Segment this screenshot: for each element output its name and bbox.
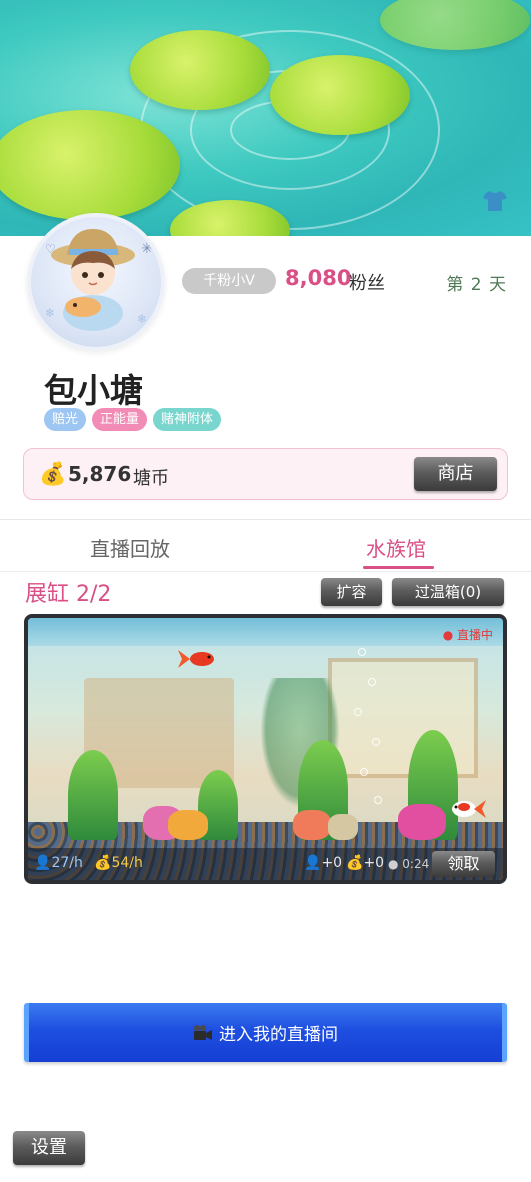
money-bag-icon: 💰 <box>39 462 67 487</box>
pending-fans: 👤+0 <box>304 855 343 871</box>
bubble <box>372 738 380 746</box>
divider <box>0 571 531 572</box>
coral <box>293 810 331 840</box>
claim-button[interactable]: 领取 <box>432 851 495 877</box>
fans-rate-value: 27/h <box>51 855 83 871</box>
enter-live-room-label: 进入我的直播间 <box>219 1025 338 1045</box>
pending-coins: 💰+0 <box>346 855 385 871</box>
timer-value: 0:24 <box>402 857 430 871</box>
incubator-button[interactable]: 过温箱(0) <box>392 578 504 606</box>
profile-tags: 赔光 正能量 赌神附体 <box>44 408 222 431</box>
timer: ● 0:24 <box>388 857 430 871</box>
tag: 赌神附体 <box>153 408 222 431</box>
svg-text:✳: ✳ <box>141 241 153 257</box>
coin-rate: 💰54/h <box>94 855 143 871</box>
pending-fans-value: +0 <box>321 855 343 871</box>
coral <box>168 810 208 840</box>
fan-level-badge: 千粉小V <box>182 268 276 294</box>
day-counter: 第 2 天 <box>446 275 507 295</box>
username: 包小塘 <box>44 371 143 410</box>
svg-text:♡: ♡ <box>45 242 56 256</box>
active-tab-indicator <box>363 566 434 569</box>
fans-rate: 👤27/h <box>34 855 83 871</box>
background-window <box>328 658 478 778</box>
settings-button[interactable]: 设置 <box>13 1131 85 1165</box>
lily-pad <box>130 30 270 110</box>
lily-pad <box>270 55 410 135</box>
shirt-icon[interactable] <box>483 190 507 212</box>
lily-pad <box>380 0 530 50</box>
coral <box>398 804 446 840</box>
fans-count: 8,080 <box>285 266 352 290</box>
coin-rate-value: 54/h <box>111 855 143 871</box>
tag: 正能量 <box>92 408 148 431</box>
pending-coins-value: +0 <box>363 855 385 871</box>
goldfish[interactable] <box>178 648 218 670</box>
fans-label: 粉丝 <box>349 273 385 294</box>
live-indicator: ● 直播中 <box>442 628 493 642</box>
svg-text:❄: ❄ <box>45 306 55 320</box>
avatar-illustration: ✳ ♡ ❄ ❄ <box>45 229 153 331</box>
bubble <box>374 796 382 804</box>
bubble <box>368 678 376 686</box>
avatar[interactable]: ✳ ♡ ❄ ❄ <box>27 213 165 351</box>
camera-icon <box>194 1024 212 1040</box>
coin-label: 塘币 <box>133 468 169 489</box>
bubble <box>354 708 362 716</box>
profile-banner <box>0 0 531 236</box>
expand-button[interactable]: 扩容 <box>321 578 382 606</box>
tab-live-replay[interactable]: 直播回放 <box>90 533 170 562</box>
coin-balance-bar: 💰 5,876 塘币 商店 <box>23 448 508 500</box>
water-surface <box>28 618 503 646</box>
svg-text:❄: ❄ <box>137 312 147 326</box>
enter-live-room-button[interactable]: 进入我的直播间 <box>24 1003 507 1062</box>
shop-button[interactable]: 商店 <box>414 457 497 491</box>
aquarium-tank[interactable]: ● 直播中 👤27/h 💰54/h 👤+0 💰+0 ● 0:24 领取 <box>24 614 507 884</box>
rock-cave <box>328 814 358 840</box>
tank-title: 展缸 2/2 <box>25 582 112 607</box>
divider <box>0 519 531 520</box>
coin-amount: 5,876 <box>68 462 132 486</box>
tag: 赔光 <box>44 408 87 431</box>
lily-pad <box>0 110 180 220</box>
bubble <box>360 768 368 776</box>
bubble <box>358 648 366 656</box>
tab-aquarium[interactable]: 水族馆 <box>366 533 426 562</box>
tank-stats-bar: 👤27/h 💰54/h 👤+0 💰+0 ● 0:24 领取 <box>28 848 503 880</box>
goldfish[interactable] <box>446 798 486 820</box>
live-label: 直播中 <box>456 628 493 642</box>
aquatic-plant <box>68 750 118 840</box>
